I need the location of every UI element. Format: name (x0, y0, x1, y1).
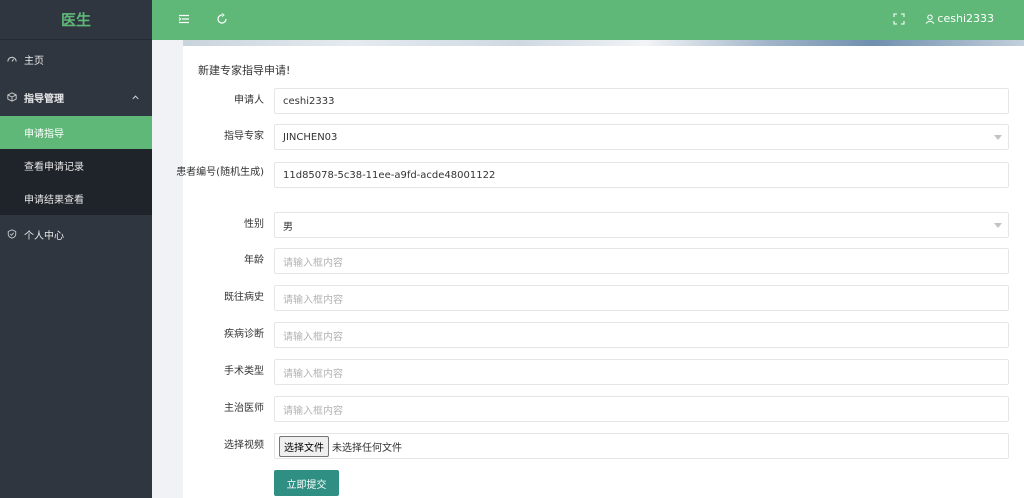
user-menu[interactable]: ceshi2333 (925, 12, 994, 25)
refresh-icon[interactable] (214, 11, 230, 27)
applicant-field[interactable]: ceshi2333 (274, 88, 1009, 114)
cube-icon (6, 91, 18, 103)
gender-select-value: 男 (283, 221, 293, 233)
doctor-input[interactable]: 请输入框内容 (274, 396, 1009, 422)
patient-id-label: 患者编号(随机生成) (176, 167, 264, 178)
doctor-label: 主治医师 (224, 403, 264, 414)
form-title: 新建专家指导申请! (198, 64, 291, 77)
history-input[interactable]: 请输入框内容 (274, 285, 1009, 311)
surgery-input[interactable]: 请输入框内容 (274, 359, 1009, 385)
menu-toggle-icon[interactable] (176, 11, 192, 27)
expert-select-value: JINCHEN03 (283, 131, 338, 143)
dashboard-icon (6, 53, 18, 65)
username: ceshi2333 (937, 12, 994, 25)
user-icon (926, 14, 935, 24)
app-title: 医生 (0, 0, 152, 40)
video-file-input: 选择文件 未选择任何文件 (274, 433, 1009, 459)
choose-file-button[interactable]: 选择文件 (279, 435, 329, 457)
sidebar: 医生 主页 指导管理 申请指导 查看申请记录 申请结果查看 个人中心 (0, 0, 152, 498)
sidebar-item-apply-records[interactable]: 查看申请记录 (0, 149, 152, 182)
surgery-label: 手术类型 (224, 366, 264, 377)
history-label: 既往病史 (224, 292, 264, 303)
sidebar-item-label: 指导管理 (24, 93, 64, 105)
fullscreen-icon[interactable] (891, 11, 907, 27)
file-status: 未选择任何文件 (332, 442, 402, 454)
chevron-up-icon (131, 93, 140, 105)
patient-id-field[interactable]: 11d85078-5c38-11ee-a9fd-acde48001122 (274, 162, 1009, 188)
submit-button[interactable]: 立即提交 (274, 470, 339, 496)
form-card: 新建专家指导申请! 申请人 ceshi2333 指导专家 JINCHEN03 患… (176, 46, 1024, 498)
expert-select[interactable]: JINCHEN03 (274, 124, 1009, 150)
sidebar-item-apply-results[interactable]: 申请结果查看 (0, 182, 152, 215)
age-label: 年龄 (244, 255, 264, 266)
diagnosis-input[interactable]: 请输入框内容 (274, 322, 1009, 348)
caret-down-icon (994, 223, 1002, 228)
sidebar-item-label: 个人中心 (24, 230, 64, 242)
sidebar-item-guide-manage[interactable]: 指导管理 (0, 78, 152, 116)
diagnosis-label: 疾病诊断 (224, 329, 264, 340)
top-header: ceshi2333 (152, 0, 1024, 40)
caret-down-icon (994, 135, 1002, 140)
expert-label: 指导专家 (224, 131, 264, 142)
applicant-label: 申请人 (234, 95, 264, 106)
sidebar-item-personal[interactable]: 个人中心 (0, 215, 152, 253)
sidebar-item-apply-guide[interactable]: 申请指导 (0, 116, 152, 149)
video-label: 选择视频 (224, 440, 264, 451)
submenu-guide: 申请指导 查看申请记录 申请结果查看 (0, 116, 152, 215)
gender-label: 性别 (244, 219, 264, 230)
gender-select[interactable]: 男 (274, 212, 1009, 238)
sidebar-item-home[interactable]: 主页 (0, 40, 152, 78)
age-input[interactable]: 请输入框内容 (274, 248, 1009, 274)
shield-check-icon (6, 228, 18, 240)
sidebar-item-label: 主页 (24, 55, 44, 67)
